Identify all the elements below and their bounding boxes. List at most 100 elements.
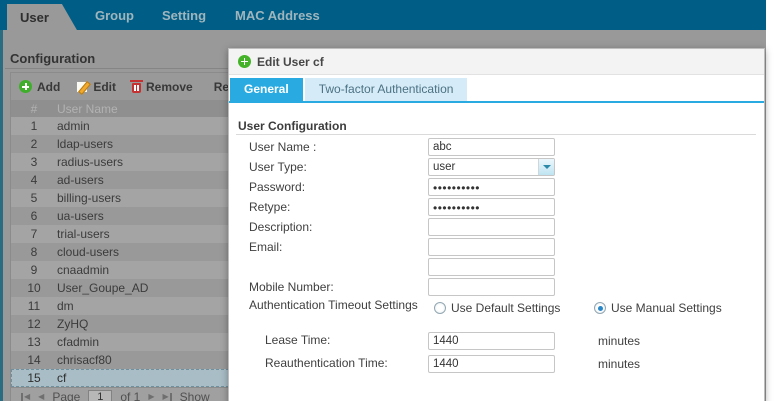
auth-timeout-options: Use Default Settings Use Manual Settings: [428, 299, 764, 329]
password-label: Password:: [249, 181, 428, 194]
row-index-cell: 10: [11, 281, 57, 295]
retype-input[interactable]: [428, 198, 555, 216]
reauthentication-time-label: Reauthentication Time:: [249, 357, 428, 370]
row-index-cell: 7: [11, 227, 57, 241]
dialog-title: Edit User cf: [257, 55, 324, 69]
use-manual-settings-radio[interactable]: [594, 302, 606, 314]
field-control: [428, 198, 764, 216]
email-label: Email:: [249, 241, 428, 254]
user-name-input[interactable]: [428, 138, 555, 156]
row-index-cell: 1: [11, 119, 57, 133]
field-control: [428, 138, 764, 156]
use-default-settings-label: Use Default Settings: [451, 301, 560, 315]
next-page-button[interactable]: ▶: [148, 392, 154, 401]
user-name-label: User Name :: [249, 141, 428, 154]
lease-time-label: Lease Time:: [249, 334, 428, 347]
edit-button[interactable]: Edit: [76, 80, 116, 94]
tab-two-factor-authentication[interactable]: Two-factor Authentication: [305, 78, 468, 101]
edit-user-dialog: Edit User cf GeneralTwo-factor Authentic…: [228, 48, 765, 401]
edit-button-label: Edit: [93, 80, 116, 94]
remove-icon: [132, 83, 141, 93]
tab-setting[interactable]: Setting: [162, 8, 206, 23]
row-index-cell: 12: [11, 317, 57, 331]
remove-button-label: Remove: [146, 80, 193, 94]
tab-user[interactable]: User: [7, 4, 77, 30]
row-index-cell: 6: [11, 209, 57, 223]
form-row: Description:: [229, 217, 764, 237]
mobile-number-label: Mobile Number:: [249, 281, 428, 294]
row-index-cell: 9: [11, 263, 57, 277]
use-default-settings-option[interactable]: Use Default Settings: [434, 301, 560, 315]
field-control: [428, 238, 764, 256]
field-control: [428, 178, 764, 196]
dialog-tabs: GeneralTwo-factor Authentication: [229, 78, 764, 103]
add-button[interactable]: Add: [19, 80, 60, 94]
top-navigation-bar: User Group Setting MAC Address: [0, 0, 766, 30]
form-row: Email:: [229, 237, 764, 257]
dialog-body: User Configuration User Name : User Type:…: [229, 103, 764, 401]
row-index-cell: 14: [11, 353, 57, 367]
row-index-cell: 2: [11, 137, 57, 151]
form-row: User Name :: [229, 137, 764, 157]
form-row: Retype:: [229, 197, 764, 217]
row-index-cell: 11: [11, 299, 57, 313]
field-control: [428, 218, 764, 236]
page-input[interactable]: [88, 390, 112, 401]
minutes-label: minutes: [598, 334, 640, 348]
prev-page-button[interactable]: ◀: [38, 392, 44, 401]
email-2-input[interactable]: [428, 258, 555, 276]
user-type-select[interactable]: user: [428, 158, 555, 176]
field-control: minutes: [428, 355, 764, 373]
add-icon: [19, 80, 32, 93]
user-type-label: User Type:: [249, 161, 428, 174]
chevron-down-icon[interactable]: [538, 159, 554, 175]
password-input[interactable]: [428, 178, 555, 196]
column-header-index: #: [11, 102, 57, 116]
auth-timeout-row: Authentication Timeout SettingsUse Defau…: [229, 297, 764, 329]
tab-general[interactable]: General: [230, 78, 303, 101]
retype-label: Retype:: [249, 201, 428, 214]
form-row: [229, 257, 764, 277]
row-index-cell: 4: [11, 173, 57, 187]
reauthentication-time-row: Reauthentication Time: minutes: [229, 352, 764, 375]
plus-icon: [238, 55, 251, 68]
row-index-cell: 13: [11, 335, 57, 349]
reauthentication-time-input[interactable]: [428, 355, 555, 373]
page-of-label: of 1: [120, 390, 140, 401]
email-input[interactable]: [428, 238, 555, 256]
dialog-header: Edit User cf: [229, 49, 764, 75]
user-form: User Name : User Type: user Password: Retype…: [229, 137, 764, 375]
mobile-number-input[interactable]: [428, 278, 555, 296]
field-control: [428, 278, 764, 296]
section-title: User Configuration: [238, 119, 347, 133]
auth-timeout-label: Authentication Timeout Settings: [249, 299, 428, 312]
page-label: Page: [52, 390, 80, 401]
form-row: User Type: user: [229, 157, 764, 177]
tab-mac-address[interactable]: MAC Address: [235, 8, 320, 23]
add-button-label: Add: [37, 80, 60, 94]
selected-option-label: user: [433, 161, 455, 173]
remove-button[interactable]: Remove: [132, 80, 193, 94]
row-index-cell: 15: [11, 371, 57, 385]
description-input[interactable]: [428, 218, 555, 236]
use-manual-settings-label: Use Manual Settings: [611, 301, 722, 315]
description-label: Description:: [249, 221, 428, 234]
first-page-button[interactable]: ◀: [21, 392, 30, 401]
last-page-button[interactable]: ▶: [163, 392, 172, 401]
row-index-cell: 5: [11, 191, 57, 205]
show-label: Show: [180, 390, 210, 401]
edit-icon: [76, 81, 88, 93]
form-row: Password:: [229, 177, 764, 197]
lease-time-input[interactable]: [428, 332, 555, 350]
minutes-label: minutes: [598, 357, 640, 371]
panel-title: Configuration: [10, 51, 95, 66]
field-control: user: [428, 158, 764, 176]
row-index-cell: 3: [11, 155, 57, 169]
use-manual-settings-option[interactable]: Use Manual Settings: [594, 301, 722, 315]
left-border-strip: [0, 30, 3, 401]
lease-time-row: Lease Time: minutes: [229, 329, 764, 352]
tab-group[interactable]: Group: [95, 8, 134, 23]
field-control: minutes: [428, 332, 764, 350]
use-default-settings-radio[interactable]: [434, 302, 446, 314]
field-control: [428, 258, 764, 276]
